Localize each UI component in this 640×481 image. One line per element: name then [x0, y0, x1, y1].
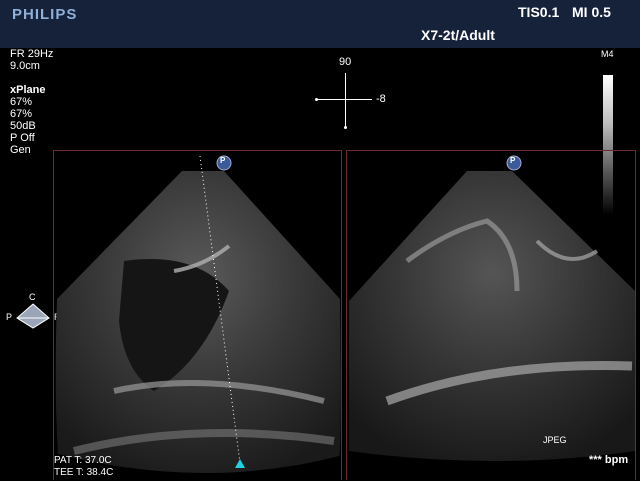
panel-marker-primary: P [220, 156, 226, 165]
brand-logo-text: PHILIPS [12, 6, 78, 23]
persistence: P Off [10, 132, 35, 144]
orientation-icon [16, 303, 50, 329]
heart-rate: *** bpm [589, 454, 629, 466]
imaging-parameters: FR 29Hz 9.0cm xPlane 67% 67% 50dB P Off … [10, 48, 53, 156]
gain-1: 67% [10, 96, 33, 108]
crosshair-dot-left [315, 98, 318, 101]
probe-preset: X7-2t/Adult [421, 27, 495, 43]
header-bar: PHILIPS TIS0.1 MI 0.5 X7-2t/Adult [0, 0, 640, 48]
grayscale-map-label: M4 [601, 49, 614, 59]
frame-rate: FR 29Hz [10, 48, 54, 60]
sector-image-secondary [349, 155, 635, 461]
preset: Gen [10, 144, 31, 156]
ultrasound-panel-secondary[interactable]: P [346, 150, 636, 480]
sector-image-primary [55, 155, 341, 474]
crosshair-vertical [345, 73, 346, 127]
crosshair-dot-bottom [344, 126, 347, 129]
patient-temperature: PAT T: 37.0C [54, 455, 112, 466]
tee-temperature: TEE T: 38.4C [54, 467, 114, 478]
depth: 9.0cm [10, 60, 40, 72]
orientation-top-label: C [29, 292, 36, 302]
mode: xPlane [10, 84, 46, 96]
tis-readout: TIS0.1 [518, 4, 560, 20]
mi-readout: MI 0.5 [572, 4, 611, 20]
gain-2: 67% [10, 108, 33, 120]
panel-marker-secondary: P [510, 156, 516, 165]
dynamic-range: 50dB [10, 120, 36, 132]
plane-angle-primary: 90 [339, 56, 352, 68]
orientation-left-label: P [6, 312, 13, 322]
ultrasound-panel-primary[interactable]: P [53, 150, 342, 480]
format-label: JPEG [543, 435, 567, 445]
plane-angle-secondary: -8 [376, 93, 386, 105]
